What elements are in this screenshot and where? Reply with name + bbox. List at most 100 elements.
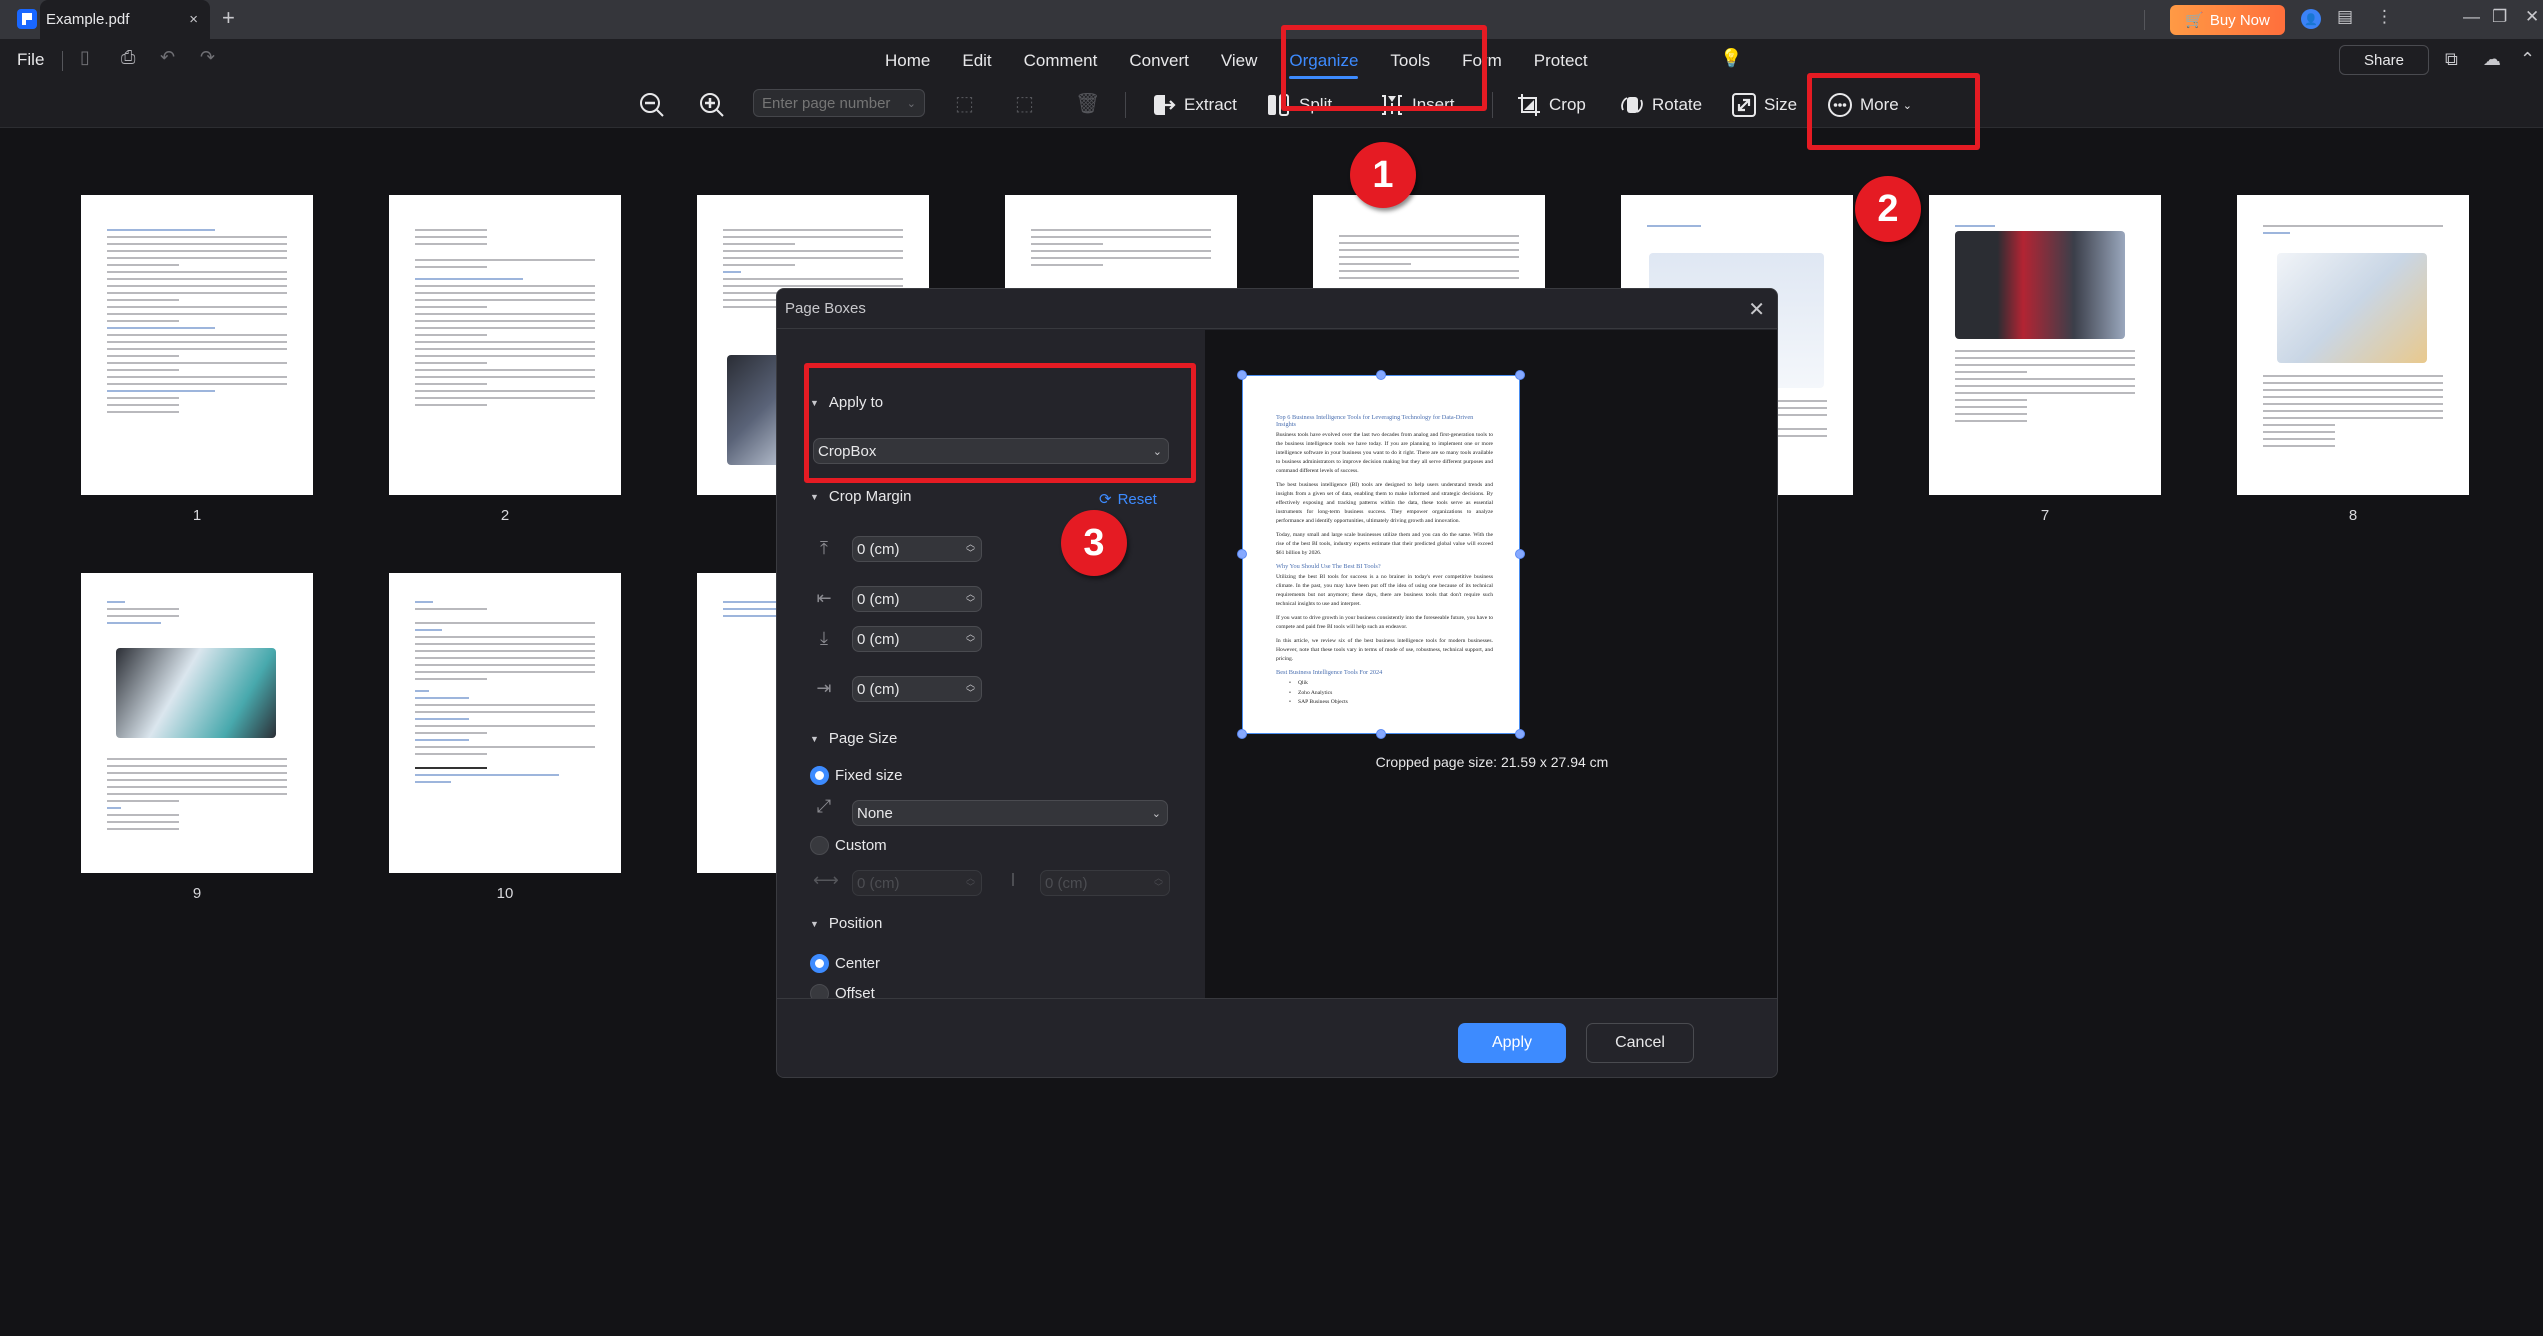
workflow-icon[interactable]: ⧉: [2445, 49, 2458, 70]
buy-now-button[interactable]: 🛒 Buy Now: [2170, 5, 2285, 35]
tab-edit[interactable]: Edit: [946, 39, 1007, 83]
file-menu[interactable]: File: [17, 50, 44, 70]
crop-handle-right[interactable]: [1515, 549, 1525, 559]
preview-paragraph: Business tools have evolved over the las…: [1276, 432, 1493, 474]
user-icon: 👤: [2304, 13, 2318, 26]
page-number-combobox[interactable]: ⌄: [753, 89, 925, 117]
preview-list-item: SAP Business Objects: [1289, 698, 1493, 708]
undo-icon[interactable]: ↶: [160, 47, 175, 68]
avatar[interactable]: 👤: [2301, 9, 2321, 29]
close-window-icon[interactable]: ✕: [2525, 7, 2539, 27]
page-number-input[interactable]: [762, 94, 892, 112]
tab-close-icon[interactable]: ×: [189, 11, 198, 28]
custom-height-input[interactable]: 0 (cm) ︿ ﹀: [1040, 870, 1170, 896]
height-icon: I: [1010, 870, 1016, 890]
new-tab-button[interactable]: +: [222, 5, 235, 31]
crop-button[interactable]: Crop: [1515, 87, 1586, 123]
print-icon[interactable]: ⎙: [121, 47, 135, 68]
crop-margin-section-header[interactable]: ▼ Crop Margin: [810, 488, 911, 505]
position-section-header[interactable]: ▼ Position: [810, 915, 882, 932]
chevron-down-icon[interactable]: ⌄: [907, 97, 916, 110]
custom-width-input[interactable]: 0 (cm) ︿ ﹀: [852, 870, 982, 896]
apply-button[interactable]: Apply: [1458, 1023, 1566, 1063]
crop-handle-bottom[interactable]: [1376, 729, 1386, 739]
rotate-left-page-icon[interactable]: ⬚: [955, 91, 974, 116]
margin-right-input[interactable]: 0 (cm) ︿ ﹀: [852, 676, 982, 702]
tab-home[interactable]: Home: [869, 39, 946, 83]
chat-icon[interactable]: ▤: [2337, 7, 2353, 27]
fixed-size-select[interactable]: None ⌄: [852, 800, 1168, 826]
center-label: Center: [835, 955, 881, 972]
document-tab[interactable]: Example.pdf ×: [40, 0, 210, 39]
dialog-footer: Apply Cancel: [777, 998, 1777, 1077]
preview-paragraph: In this article, we review six of the be…: [1276, 638, 1493, 662]
crop-margin-title: Crop Margin: [828, 488, 912, 505]
close-icon[interactable]: ✕: [1748, 297, 1765, 322]
collapse-ribbon-icon[interactable]: ⌃: [2520, 49, 2535, 70]
margin-top-value: 0 (cm): [857, 540, 900, 558]
stepper-arrows-icon[interactable]: ︿ ﹀: [966, 680, 975, 698]
page-number-label: 8: [2348, 507, 2358, 524]
page-thumbnail[interactable]: [81, 195, 313, 495]
cart-icon: 🛒: [2185, 12, 2204, 29]
page-thumbnail[interactable]: [389, 573, 621, 873]
page-thumbnail[interactable]: [1929, 195, 2161, 495]
preview-heading: Top 6 Business Intelligence Tools for Le…: [1276, 414, 1474, 428]
tab-protect[interactable]: Protect: [1518, 39, 1604, 83]
save-icon[interactable]: ▯: [80, 47, 90, 68]
tab-convert[interactable]: Convert: [1113, 39, 1205, 83]
crop-handle-left[interactable]: [1237, 549, 1247, 559]
stepper-arrows-icon[interactable]: ︿ ﹀: [966, 590, 975, 608]
tab-view[interactable]: View: [1205, 39, 1274, 83]
size-label: Size: [1764, 95, 1798, 114]
stepper-arrows-icon[interactable]: ︿ ﹀: [966, 630, 975, 648]
cloud-upload-icon[interactable]: ☁: [2483, 49, 2501, 70]
more-vertical-icon[interactable]: ⋮: [2376, 7, 2393, 27]
minimize-icon[interactable]: —: [2463, 7, 2480, 27]
size-button[interactable]: Size: [1730, 87, 1797, 123]
crop-handle-bottom-right[interactable]: [1515, 729, 1525, 739]
zoom-in-button[interactable]: [696, 89, 728, 121]
menu-bar: File ▯ ⎙ ↶ ↷ Home Edit Comment Convert V…: [0, 39, 2543, 83]
buy-now-label: Buy Now: [2209, 11, 2270, 29]
zoom-out-icon: [640, 93, 664, 117]
restore-icon[interactable]: ❐: [2492, 7, 2507, 27]
rotate-right-page-icon[interactable]: ⬚: [1015, 91, 1034, 116]
page-thumbnail[interactable]: [81, 573, 313, 873]
page-thumbnail[interactable]: [389, 195, 621, 495]
margin-bottom-icon: ⤓: [820, 628, 828, 648]
margin-bottom-input[interactable]: 0 (cm) ︿ ﹀: [852, 626, 982, 652]
crop-preview-page[interactable]: Top 6 Business Intelligence Tools for Le…: [1242, 375, 1520, 734]
dialog-title: Page Boxes: [785, 300, 866, 317]
stepper-arrows-icon[interactable]: ︿ ﹀: [966, 540, 975, 558]
margin-top-input[interactable]: 0 (cm) ︿ ﹀: [852, 536, 982, 562]
redo-icon[interactable]: ↷: [200, 47, 215, 68]
title-bar: Example.pdf × + 🛒 Buy Now 👤 ▤ ⋮ — ❐ ✕: [0, 0, 2543, 39]
page-thumbnail[interactable]: [2237, 195, 2469, 495]
fixed-size-radio[interactable]: Fixed size: [810, 766, 903, 785]
custom-size-radio[interactable]: Custom: [810, 836, 887, 855]
page-number-label: 2: [500, 507, 510, 524]
margin-right-value: 0 (cm): [857, 680, 900, 698]
cancel-button[interactable]: Cancel: [1586, 1023, 1694, 1063]
preview-paragraph: Utilizing the best BI tools for success …: [1276, 574, 1493, 607]
reset-button[interactable]: ⟳ Reset: [1099, 490, 1157, 509]
extract-label: Extract: [1184, 95, 1237, 114]
margin-left-input[interactable]: 0 (cm) ︿ ﹀: [852, 586, 982, 612]
crop-handle-bottom-left[interactable]: [1237, 729, 1247, 739]
page-number-label: 7: [2040, 507, 2050, 524]
tab-comment[interactable]: Comment: [1008, 39, 1114, 83]
rotate-button[interactable]: Rotate: [1618, 87, 1702, 123]
center-radio[interactable]: Center: [810, 954, 880, 973]
delete-page-icon[interactable]: 🗑: [1075, 91, 1100, 116]
crop-handle-top[interactable]: [1376, 370, 1386, 380]
page-size-section-header[interactable]: ▼ Page Size: [810, 730, 897, 747]
extract-button[interactable]: Extract: [1150, 87, 1237, 123]
lightbulb-icon[interactable]: 💡: [1720, 48, 1742, 69]
toolbar-separator: [1492, 92, 1493, 118]
zoom-out-button[interactable]: [636, 89, 668, 121]
crop-handle-top-right[interactable]: [1515, 370, 1525, 380]
crop-handle-top-left[interactable]: [1237, 370, 1247, 380]
rotate-icon: [1618, 91, 1646, 119]
share-button[interactable]: Share: [2339, 45, 2429, 75]
